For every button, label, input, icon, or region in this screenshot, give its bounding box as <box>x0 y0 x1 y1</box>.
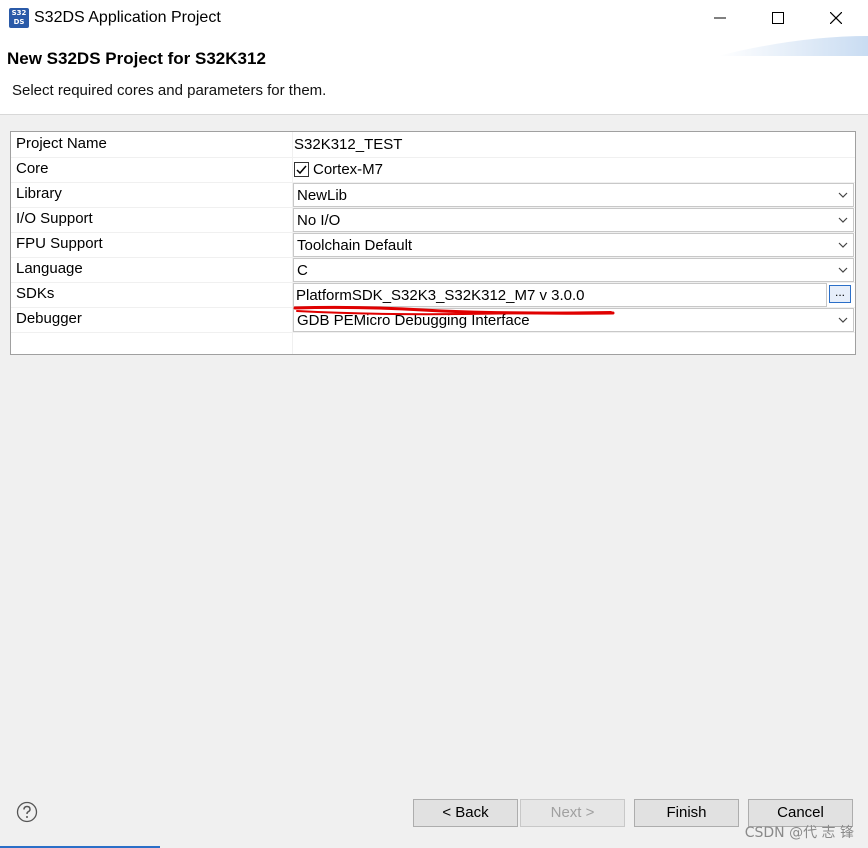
maximize-button[interactable] <box>749 0 807 36</box>
core-checkbox[interactable] <box>294 162 309 177</box>
language-select-value: C <box>297 262 308 279</box>
chevron-down-icon <box>833 209 853 231</box>
chevron-down-icon <box>833 259 853 281</box>
window-title: S32DS Application Project <box>34 9 221 26</box>
table-row-language: Language C <box>11 257 855 283</box>
minimize-icon <box>714 17 726 19</box>
next-button[interactable]: Next > <box>520 799 625 827</box>
project-parameters-table: Project Name S32K312_TEST Core Cortex-M7… <box>10 131 856 355</box>
finish-button[interactable]: Finish <box>634 799 739 827</box>
minimize-button[interactable] <box>691 0 749 36</box>
page-description: Select required cores and parameters for… <box>12 82 327 99</box>
sdk-browse-button[interactable]: ... <box>829 285 851 303</box>
core-checkbox-label: Cortex-M7 <box>313 161 384 178</box>
maximize-icon <box>772 12 784 24</box>
table-row-library: Library NewLib <box>11 182 855 208</box>
table-row-core: Core Cortex-M7 <box>11 157 855 183</box>
row-label: FPU Support <box>16 235 103 252</box>
fpu-support-select[interactable]: Toolchain Default <box>293 233 854 257</box>
project-name-value[interactable]: S32K312_TEST <box>294 136 402 153</box>
row-label: Core <box>16 160 49 177</box>
help-icon[interactable] <box>16 801 38 823</box>
checkmark-icon <box>296 165 307 175</box>
s32ds-app-icon: S32 DS <box>9 8 29 28</box>
io-support-select[interactable]: No I/O <box>293 208 854 232</box>
table-row-io-support: I/O Support No I/O <box>11 207 855 233</box>
row-label: Project Name <box>16 135 107 152</box>
table-row-project-name: Project Name S32K312_TEST <box>11 132 855 158</box>
close-button[interactable] <box>807 0 865 36</box>
io-support-select-value: No I/O <box>297 212 341 229</box>
chevron-down-icon <box>833 184 853 206</box>
watermark: CSDN @代 志 锋 <box>744 825 854 841</box>
back-button[interactable]: < Back <box>413 799 518 827</box>
library-select[interactable]: NewLib <box>293 183 854 207</box>
chevron-down-icon <box>833 309 853 331</box>
library-select-value: NewLib <box>297 187 348 204</box>
wizard-header: New S32DS Project for S32K312 Select req… <box>0 36 868 115</box>
close-icon <box>830 12 842 24</box>
table-row-fpu-support: FPU Support Toolchain Default <box>11 232 855 258</box>
red-underline-annotation <box>293 305 615 316</box>
row-label: I/O Support <box>16 210 93 227</box>
row-label: SDKs <box>16 285 55 302</box>
language-select[interactable]: C <box>293 258 854 282</box>
title-bar: S32 DS S32DS Application Project <box>0 0 868 36</box>
fpu-support-select-value: Toolchain Default <box>297 237 413 254</box>
row-label: Library <box>16 185 62 202</box>
sdks-field-value: PlatformSDK_S32K3_S32K312_M7 v 3.0.0 <box>296 287 585 304</box>
page-title: New S32DS Project for S32K312 <box>7 49 266 68</box>
chevron-down-icon <box>833 234 853 256</box>
row-label: Language <box>16 260 83 277</box>
header-decoration <box>718 36 868 56</box>
row-label: Debugger <box>16 310 82 327</box>
